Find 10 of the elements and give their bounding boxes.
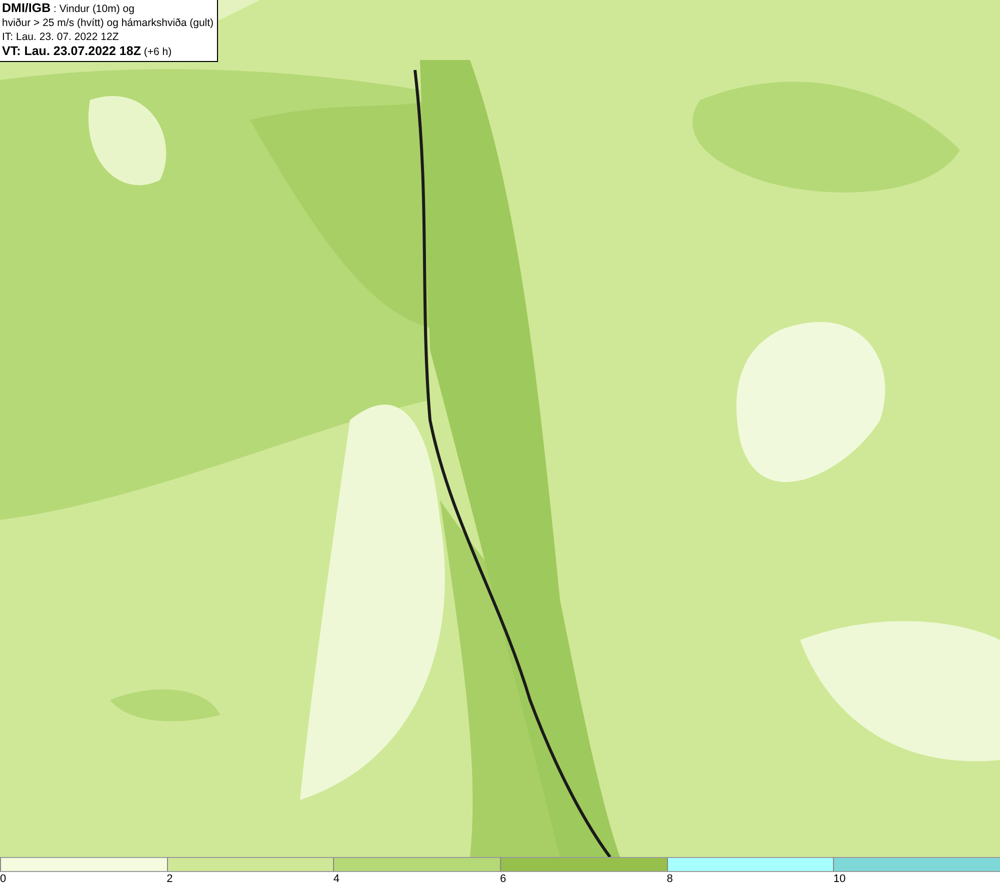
legend-tick-label: 4: [333, 872, 340, 886]
legend-tick-label: 6: [500, 872, 506, 886]
legend-tick-label: 10: [833, 872, 846, 886]
legend-tick-label: 8: [666, 872, 673, 886]
caption-line: IT: Lau. 23. 07. 2022 12Z: [2, 30, 120, 44]
legend-tick-label: 2: [166, 872, 173, 886]
caption-line: VT: Lau. 23.07.2022 18Z (+6 h): [2, 44, 173, 59]
caption-line: hviður > 25 m/s (hvítt) og hámarkshviða (gult): [2, 16, 214, 30]
caption-line: DMI/IGB : Vindur (10m) og: [2, 1, 136, 16]
legend-tick-label: 0: [0, 872, 6, 886]
